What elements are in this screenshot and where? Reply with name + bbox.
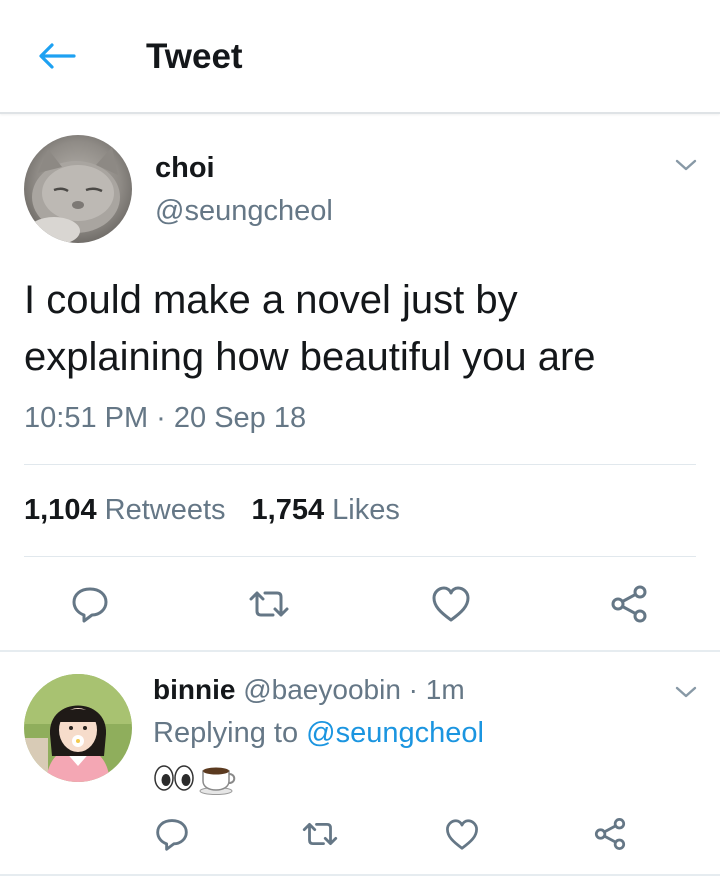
heart-icon — [432, 586, 470, 622]
share-icon — [594, 818, 626, 850]
reply-retweet-button[interactable] — [298, 816, 342, 852]
reply-button[interactable] — [68, 584, 112, 624]
retweet-count: 1,104 — [24, 494, 97, 526]
reply-header: binnie @baeyoobin · 1m — [153, 674, 465, 706]
share-icon — [611, 585, 647, 623]
reply-content — [153, 760, 239, 796]
tweet-stats: 1,104 Retweets 1,754 Likes — [24, 494, 400, 527]
chevron-down-icon — [675, 159, 697, 171]
tweet-menu-button[interactable] — [672, 155, 700, 175]
replying-to-line: Replying to @seungcheol — [153, 717, 484, 750]
reply-icon — [156, 819, 188, 851]
reply-author-handle[interactable]: @baeyoobin — [243, 674, 401, 705]
tweet-text: I could make a novel just by explaining … — [24, 278, 596, 379]
reply-time: · 1m — [408, 674, 465, 705]
girl-avatar-image — [24, 674, 132, 782]
coffee-emoji — [199, 767, 236, 795]
reply-author-avatar[interactable] — [24, 674, 132, 782]
reply-menu-button[interactable] — [672, 682, 700, 702]
page-title: Tweet — [146, 37, 243, 76]
reply-share-button[interactable] — [590, 814, 630, 854]
author-avatar[interactable] — [24, 135, 132, 243]
like-label: Likes — [332, 494, 400, 526]
like-count: 1,754 — [251, 494, 325, 526]
author-handle[interactable]: @seungcheol — [155, 195, 333, 228]
like-button[interactable] — [428, 584, 474, 624]
cat-avatar-image — [24, 135, 132, 243]
replying-mention-link[interactable]: @seungcheol — [306, 717, 484, 749]
eyes-emoji — [154, 765, 194, 791]
replying-prefix: Replying to — [153, 717, 299, 749]
reply-like-button[interactable] — [442, 816, 482, 852]
reply-author-name[interactable]: binnie — [153, 674, 235, 705]
likes-stat[interactable]: 1,754 Likes — [252, 494, 400, 526]
top-bar: Tweet — [0, 0, 720, 114]
divider — [24, 556, 696, 557]
reply-reply-button[interactable] — [152, 816, 192, 852]
back-button[interactable] — [34, 38, 78, 74]
tweet-timestamp: 10:51 PM · 20 Sep 18 — [24, 402, 307, 434]
retweet-label: Retweets — [104, 494, 226, 526]
retweet-icon — [302, 822, 338, 846]
divider — [24, 464, 696, 465]
chevron-down-icon — [675, 686, 697, 698]
share-button[interactable] — [606, 582, 652, 626]
retweet-icon — [249, 591, 289, 617]
retweet-button[interactable] — [244, 584, 294, 624]
heart-icon — [446, 818, 478, 850]
reply-icon — [72, 587, 108, 623]
author-name[interactable]: choi — [155, 152, 215, 185]
retweets-stat[interactable]: 1,104 Retweets — [24, 494, 226, 526]
arrow-left-icon — [39, 43, 76, 69]
section-separator — [0, 650, 720, 652]
divider — [0, 874, 720, 876]
